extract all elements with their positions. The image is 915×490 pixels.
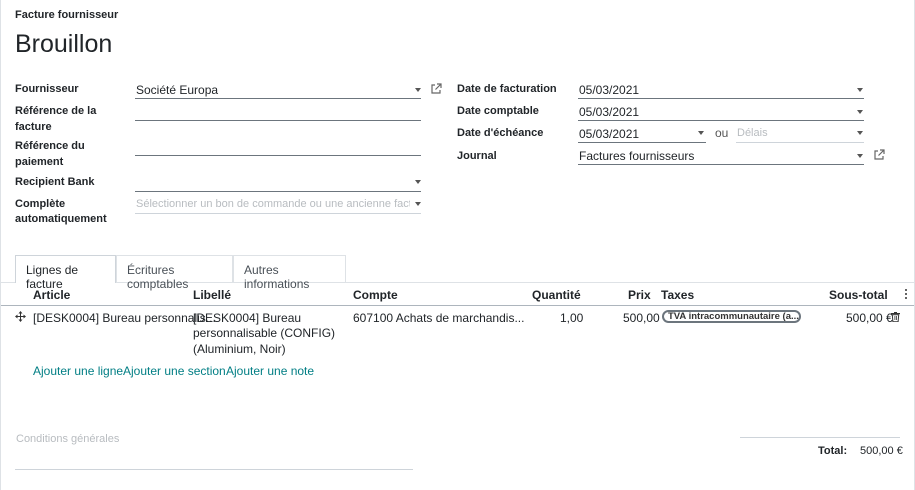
journal-external-link-icon[interactable] xyxy=(873,149,885,161)
journal-label: Journal xyxy=(457,150,497,162)
supplier-chevron-down-icon[interactable] xyxy=(415,88,421,92)
row-libelle-line3[interactable]: (Aluminium, Noir) xyxy=(193,342,286,356)
due-date-underline xyxy=(578,142,706,143)
journal-value[interactable]: Factures fournisseurs xyxy=(579,149,694,163)
add-line-link[interactable]: Ajouter une ligne xyxy=(33,364,123,378)
due-date-label: Date d'échéance xyxy=(457,127,544,139)
total-label: Total: xyxy=(818,445,848,457)
col-header-quantite[interactable]: Quantité xyxy=(532,288,581,302)
drag-handle-icon[interactable] xyxy=(15,311,26,322)
document-type: Facture fournisseur xyxy=(15,9,119,21)
accounting-date-underline xyxy=(578,120,864,121)
col-header-compte[interactable]: Compte xyxy=(353,288,398,302)
row-libelle-line1[interactable]: [DESK0004] Bureau xyxy=(193,311,301,325)
payment-terms-underline xyxy=(736,142,864,143)
totals-divider xyxy=(740,437,900,438)
row-quantite[interactable]: 1,00 xyxy=(560,311,583,325)
form-sheet xyxy=(0,0,915,490)
journal-chevron-down-icon[interactable] xyxy=(857,154,863,158)
autocomplete-label-line1: Complète xyxy=(15,198,66,210)
invoice-ref-underline xyxy=(135,120,421,121)
supplier-label: Fournisseur xyxy=(15,83,79,95)
payment-ref-underline xyxy=(135,155,421,156)
payment-terms-select[interactable]: Délais xyxy=(737,127,768,139)
recipient-bank-underline xyxy=(135,191,421,192)
invoice-ref-label-line2: facture xyxy=(15,121,52,133)
supplier-external-link-icon[interactable] xyxy=(430,83,442,95)
due-date-chevron-down-icon[interactable] xyxy=(698,131,704,135)
invoice-date-underline xyxy=(578,98,864,99)
autocomplete-input[interactable]: Sélectionner un bon de commande ou une a… xyxy=(136,198,410,210)
row-article[interactable]: [DESK0004] Bureau personnalis... xyxy=(33,311,216,325)
or-separator: ou xyxy=(715,126,729,140)
autocomplete-chevron-down-icon[interactable] xyxy=(415,202,421,206)
add-note-link[interactable]: Ajouter une note xyxy=(226,364,314,378)
invoice-date-label: Date de facturation xyxy=(457,83,557,95)
tab-other-info[interactable]: Autres informations xyxy=(233,255,346,291)
table-header-divider xyxy=(1,305,914,306)
accounting-date-chevron-down-icon[interactable] xyxy=(857,110,863,114)
supplier-field-underline xyxy=(135,98,421,99)
col-header-prix[interactable]: Prix xyxy=(628,288,651,302)
payment-ref-label-line2: paiement xyxy=(15,156,64,168)
row-libelle-line2[interactable]: personnalisable (CONFIG) xyxy=(193,326,335,340)
col-header-taxes[interactable]: Taxes xyxy=(661,288,694,302)
autocomplete-underline xyxy=(135,213,421,214)
tab-journal-items[interactable]: Écritures comptables xyxy=(116,255,233,291)
accounting-date-value[interactable]: 05/03/2021 xyxy=(579,105,639,119)
trash-icon[interactable] xyxy=(891,312,900,322)
tax-tag[interactable]: TVA intracommunautaire (a... xyxy=(662,310,801,323)
accounting-date-label: Date comptable xyxy=(457,105,539,117)
terms-conditions-input[interactable]: Conditions générales xyxy=(16,433,119,445)
total-value: 500,00 € xyxy=(860,445,903,457)
invoice-date-chevron-down-icon[interactable] xyxy=(857,88,863,92)
optional-columns-icon[interactable] xyxy=(905,289,908,300)
payment-ref-label-line1: Référence du xyxy=(15,140,85,152)
recipient-bank-label: Recipient Bank xyxy=(15,176,95,188)
supplier-value[interactable]: Société Europa xyxy=(136,83,218,97)
recipient-bank-chevron-down-icon[interactable] xyxy=(415,180,421,184)
col-header-libelle[interactable]: Libellé xyxy=(193,288,231,302)
terms-conditions-underline xyxy=(15,469,413,470)
document-status-title: Brouillon xyxy=(15,30,113,58)
add-section-link[interactable]: Ajouter une section xyxy=(123,364,226,378)
tab-invoice-lines[interactable]: Lignes de facture xyxy=(15,255,116,291)
invoice-ref-label-line1: Référence de la xyxy=(15,105,97,117)
row-sous-total: 500,00 € xyxy=(846,311,893,325)
row-prix[interactable]: 500,00 xyxy=(623,311,660,325)
row-compte[interactable]: 607100 Achats de marchandis... xyxy=(353,311,524,325)
due-date-value[interactable]: 05/03/2021 xyxy=(579,127,639,141)
autocomplete-label-line2: automatiquement xyxy=(15,213,107,225)
invoice-date-value[interactable]: 05/03/2021 xyxy=(579,83,639,97)
col-header-sous-total[interactable]: Sous-total xyxy=(829,288,888,302)
payment-terms-chevron-down-icon[interactable] xyxy=(857,131,863,135)
journal-underline xyxy=(578,164,864,165)
